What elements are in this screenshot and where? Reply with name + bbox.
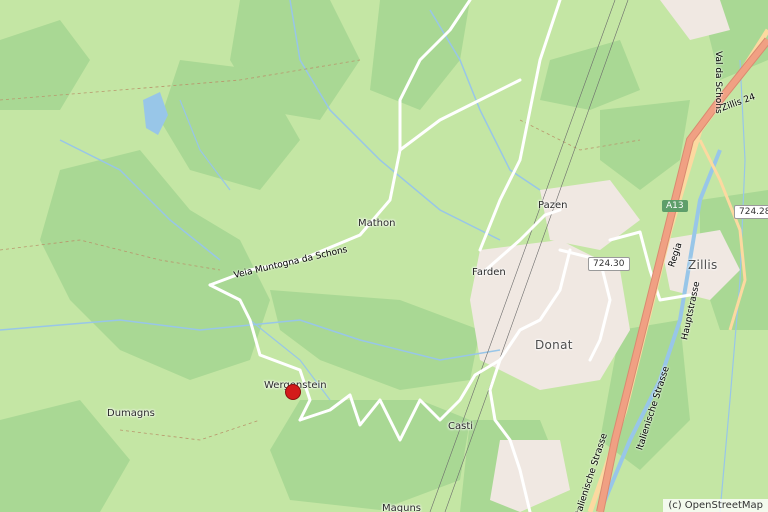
route-shield-724-28: 724.28 <box>734 205 768 219</box>
place-label-donat: Donat <box>535 338 573 352</box>
forest-areas <box>0 0 768 512</box>
map-canvas[interactable]: Mathon Pazen Farden Donat Zillis Dumagns… <box>0 0 768 512</box>
place-label-maguns: Maguns <box>382 503 421 512</box>
route-shield-724-30: 724.30 <box>588 257 630 271</box>
map-tiles <box>0 0 768 512</box>
place-label-zillis: Zillis <box>688 258 718 272</box>
attribution-text[interactable]: (c) OpenStreetMap <box>663 499 768 512</box>
place-label-dumagns: Dumagns <box>107 408 155 419</box>
location-pin-icon[interactable] <box>285 384 301 400</box>
place-label-pazen: Pazen <box>538 200 568 211</box>
route-shield-a13: A13 <box>662 200 688 212</box>
place-label-farden: Farden <box>472 267 506 278</box>
place-label-mathon: Mathon <box>358 218 396 229</box>
place-label-casti: Casti <box>448 421 474 432</box>
lake <box>143 92 168 135</box>
